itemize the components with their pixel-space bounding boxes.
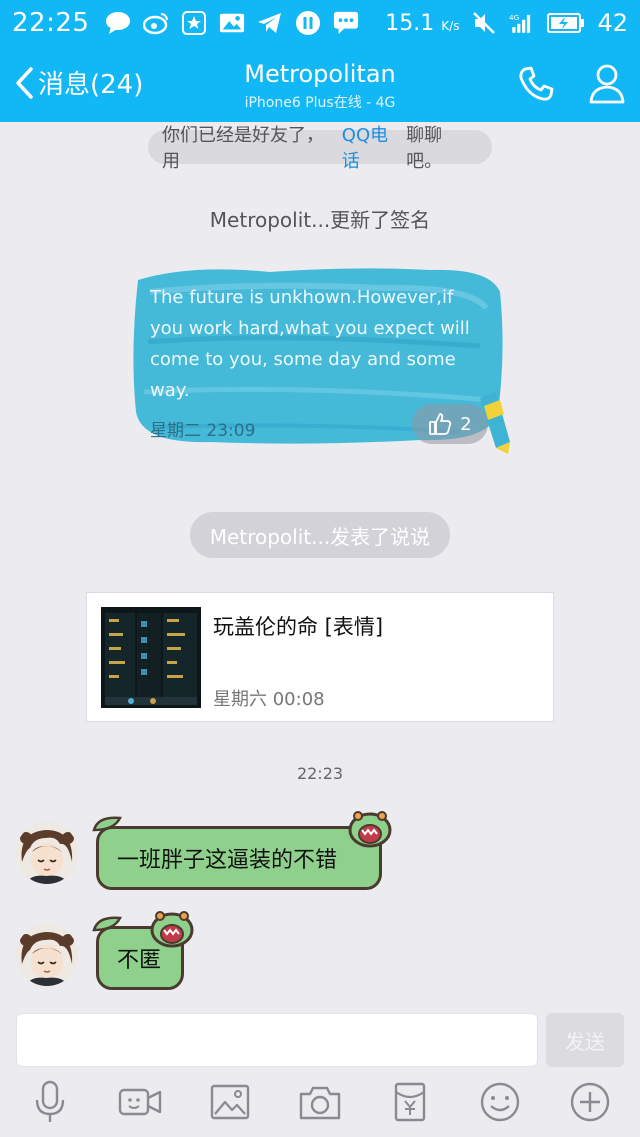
weibo-icon <box>143 10 169 36</box>
battery-level: 42 <box>597 9 628 37</box>
anime-avatar-image <box>16 822 78 884</box>
notification-icons <box>105 10 359 36</box>
leaf-sticker-icon <box>92 916 122 932</box>
telegram-icon <box>257 10 283 36</box>
battery-icon <box>547 10 585 36</box>
gallery-icon <box>219 10 245 36</box>
video-icon[interactable] <box>118 1080 162 1124</box>
anime-avatar-image <box>16 924 78 986</box>
post-thumbnail <box>101 607 201 708</box>
input-toolbar <box>0 1080 640 1130</box>
like-button[interactable]: 2 <box>412 404 488 444</box>
monster-sticker-icon <box>348 811 392 848</box>
camera-icon[interactable] <box>298 1080 342 1124</box>
network-speed: 15.1 K/s <box>385 10 460 36</box>
person-icon <box>589 64 625 104</box>
red-packet-icon[interactable] <box>388 1080 432 1124</box>
pause-icon <box>295 10 321 36</box>
image-icon[interactable] <box>208 1080 252 1124</box>
signature-text: The future is unkhown.However,if you wor… <box>150 287 470 401</box>
svg-text:4G: 4G <box>509 13 520 22</box>
thumbs-up-icon <box>429 413 452 435</box>
input-area: 发送 <box>0 1000 640 1137</box>
post-title: 玩盖伦的命 [表情] <box>213 615 384 639</box>
friend-notice: 你们已经是好友了，用 QQ电话 聊聊吧。 <box>148 125 492 172</box>
profile-button[interactable] <box>588 62 626 108</box>
post-card[interactable]: 玩盖伦的命 [表情] 星期六 00:08 <box>86 592 554 722</box>
phone-call-button[interactable] <box>516 64 556 108</box>
message-bubble[interactable]: 一班胖子这逼装的不错 <box>96 826 382 890</box>
send-button[interactable]: 发送 <box>546 1013 624 1067</box>
signature-update-header: Metropolit...更新了签名 <box>209 208 431 232</box>
avatar[interactable] <box>16 924 78 986</box>
avatar[interactable] <box>16 822 78 884</box>
mute-icon <box>471 10 497 36</box>
leaf-sticker-icon <box>92 816 122 832</box>
plus-icon[interactable] <box>568 1080 612 1124</box>
phone-icon <box>519 66 554 101</box>
status-bar: 22:25 15.1 K/s 4G 42 <box>0 0 640 46</box>
emoji-icon[interactable] <box>478 1080 522 1124</box>
post-notice: Metropolit...发表了说说 <box>190 512 450 558</box>
post-date: 星期六 00:08 <box>213 689 325 710</box>
chat-header: 消息(24) Metropolitan iPhone6 Plus在线 - 4G <box>0 46 640 122</box>
like-count: 2 <box>460 413 472 435</box>
qq-call-link[interactable]: QQ电话 <box>342 121 406 173</box>
message-timestamp: 22:23 <box>296 764 344 783</box>
signal-icon: 4G <box>509 10 535 36</box>
message-icon <box>333 10 359 36</box>
status-time: 22:25 <box>12 8 90 38</box>
status-right: 15.1 K/s 4G 42 <box>385 9 628 37</box>
message-text: 一班胖子这逼装的不错 <box>117 848 338 873</box>
star-app-icon <box>181 10 207 36</box>
microphone-icon[interactable] <box>28 1080 72 1124</box>
signature-card[interactable]: The future is unkhown.However,if you wor… <box>130 262 510 454</box>
monster-sticker-icon <box>150 911 194 948</box>
signature-date: 星期二 23:09 <box>150 421 256 441</box>
chat-notification-icon <box>105 10 131 36</box>
message-input[interactable] <box>16 1013 538 1067</box>
game-screenshot-image <box>101 607 201 708</box>
